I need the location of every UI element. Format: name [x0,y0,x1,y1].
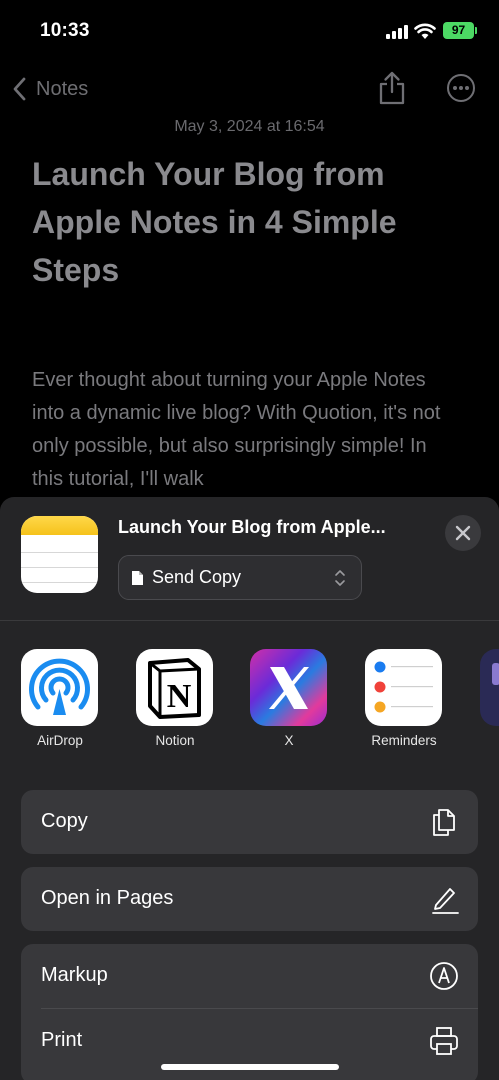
share-sheet-header: Launch Your Blog from Apple... Send Copy [0,497,499,620]
back-button[interactable]: Notes [10,72,88,106]
note-title: Launch Your Blog from Apple Notes in 4 S… [32,156,397,288]
app-icon [480,649,499,726]
markup-action[interactable]: Markup [21,944,478,1008]
action-label: Open in Pages [41,887,174,909]
app-label: Reminders [371,733,437,748]
pen-icon [432,888,459,914]
home-indicator[interactable] [161,1064,339,1070]
header-divider [0,620,499,621]
copy-action[interactable]: Copy [21,790,478,854]
app-label: X [284,733,294,748]
cellular-signal-icon [386,25,408,39]
action-label: Copy [41,810,88,832]
action-label: Print [41,1029,83,1051]
app-label: J [469,733,499,748]
more-icon[interactable] [446,73,476,103]
share-sheet-title: Launch Your Blog from Apple... [118,517,386,537]
close-icon [455,525,471,541]
back-label: Notes [36,77,89,100]
chevron-updown-icon [335,570,345,586]
send-copy-label: Send Copy [152,567,242,587]
open-in-pages-action[interactable]: Open in Pages [21,867,478,931]
note-body: Ever thought about turning your Apple No… [32,369,441,490]
battery-level: 97 [451,23,466,37]
app-label: AirDrop [37,733,83,748]
share-sheet: Launch Your Blog from Apple... Send Copy [0,497,499,1080]
app-label: Notion [155,733,195,748]
markup-icon [430,962,458,990]
status-bar: 10:33 97 [0,0,499,62]
status-time: 10:33 [40,20,90,41]
action-label: Markup [41,964,108,986]
share-icon[interactable] [376,70,408,106]
document-icon [132,570,143,585]
markup-print-group: Markup Print [21,944,478,1080]
printer-icon [430,1027,458,1055]
svg-text:N: N [167,678,192,715]
close-button[interactable] [445,515,481,551]
copy-icon [433,809,455,836]
notes-app-icon [21,516,98,593]
airdrop-icon [21,649,98,726]
wifi-icon [414,23,436,39]
send-copy-selector[interactable]: Send Copy [118,555,362,600]
note-date: May 3, 2024 at 16:54 [174,118,325,135]
battery-icon: 97 [443,22,477,39]
reminders-icon [365,649,442,726]
chevron-left-icon [13,77,26,101]
x-icon [250,649,327,726]
share-app-row: AirDrop N Notion X Reminders [0,649,499,759]
notion-icon: N [136,649,213,726]
